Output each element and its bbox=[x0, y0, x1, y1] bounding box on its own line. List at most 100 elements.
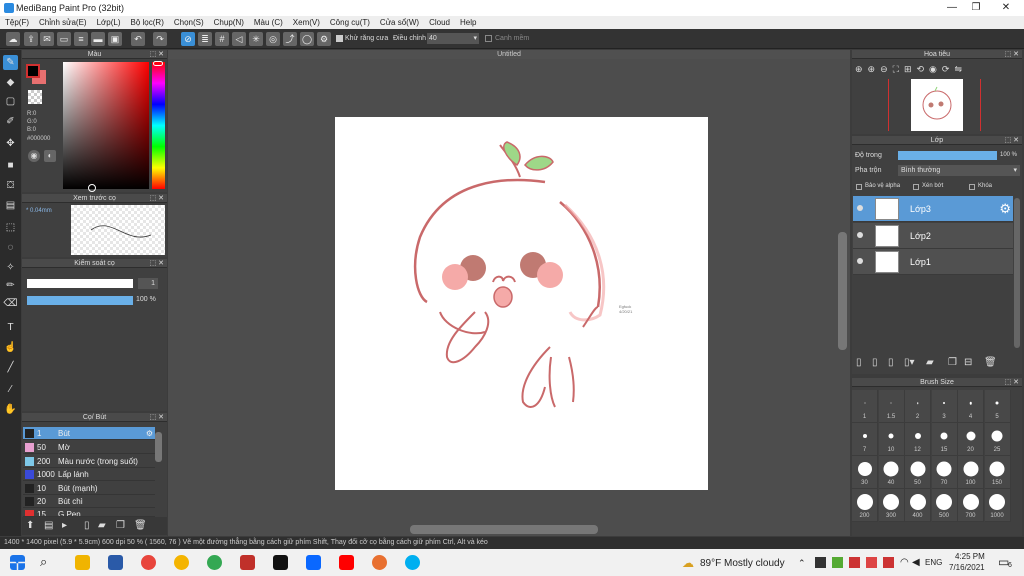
canvas-tab[interactable]: Untitled bbox=[168, 50, 850, 59]
brush-file-icon[interactable]: ▯ bbox=[84, 520, 90, 531]
eye-icon[interactable] bbox=[857, 258, 863, 264]
menu-filter[interactable]: Bộ lọc(R) bbox=[126, 16, 169, 29]
text-tool-icon[interactable]: T bbox=[3, 320, 18, 335]
brush-size-cell[interactable]: 1 bbox=[852, 390, 878, 423]
file-explorer-icon[interactable] bbox=[75, 555, 90, 570]
close-icon[interactable]: ✕ bbox=[996, 2, 1016, 14]
brush-item[interactable]: 200 Màu nước (trong suốt) bbox=[23, 455, 155, 468]
copy-icon[interactable]: ❐ bbox=[116, 520, 125, 531]
curve-icon[interactable]: ⤴ bbox=[283, 32, 297, 46]
brush-size-cell[interactable]: 1.5 bbox=[878, 390, 905, 423]
menu-color[interactable]: Màu (C) bbox=[249, 16, 288, 29]
windows-start-icon[interactable] bbox=[10, 555, 25, 570]
gear-icon[interactable]: ⚙ bbox=[999, 201, 1011, 217]
undo-icon[interactable]: ↶ bbox=[131, 32, 145, 46]
grid-snap-icon[interactable]: # bbox=[215, 32, 229, 46]
flip-icon[interactable]: ⇋ bbox=[954, 64, 967, 74]
brush-item[interactable]: 1000 Lấp lánh bbox=[23, 468, 155, 481]
brush-size-cell[interactable]: 50 bbox=[905, 456, 931, 489]
share-icon[interactable]: ⇪ bbox=[24, 32, 38, 46]
settings-icon[interactable]: ⚙ bbox=[317, 32, 331, 46]
menu-file[interactable]: Tệp(F) bbox=[0, 16, 34, 29]
parallel-snap-icon[interactable]: ≣ bbox=[198, 32, 212, 46]
lock-checkbox[interactable] bbox=[969, 184, 975, 190]
saturation-value-picker[interactable] bbox=[63, 62, 149, 189]
language-indicator[interactable]: ENG bbox=[925, 558, 942, 567]
menu-cloud[interactable]: Cloud bbox=[424, 16, 455, 29]
chrome-icon[interactable] bbox=[207, 555, 222, 570]
cloud-icon[interactable]: ☁ bbox=[6, 32, 20, 46]
brush-size-cell[interactable]: 4 bbox=[958, 390, 984, 423]
layer-opacity-slider[interactable] bbox=[898, 151, 997, 160]
dell-icon[interactable] bbox=[108, 555, 123, 570]
brush-opacity-slider[interactable] bbox=[27, 296, 133, 305]
maximize-icon[interactable]: ❐ bbox=[966, 2, 986, 14]
canvas-document[interactable]: Egfuck 4/20/21 bbox=[335, 117, 708, 490]
speaker-icon[interactable]: ◀ bbox=[912, 557, 920, 568]
chrome-icon[interactable] bbox=[174, 555, 189, 570]
tray-app-icon[interactable] bbox=[866, 557, 877, 568]
snap-off-icon[interactable]: ⊘ bbox=[181, 32, 195, 46]
brush-item[interactable]: 50 Mờ bbox=[23, 441, 155, 454]
comment-icon[interactable]: ✉ bbox=[40, 32, 54, 46]
folder-icon[interactable]: ▰ bbox=[926, 357, 934, 368]
hue-handle[interactable] bbox=[153, 61, 163, 66]
blend-mode-select[interactable]: Bình thường ▾ bbox=[898, 165, 1020, 176]
snap-checkbox[interactable] bbox=[485, 35, 492, 42]
brush-size-value[interactable]: 1 bbox=[138, 278, 158, 289]
zoom-out2-icon[interactable]: ⊖ bbox=[880, 64, 893, 74]
layer-scrollbar[interactable] bbox=[1014, 198, 1020, 348]
image-icon[interactable]: ▣ bbox=[108, 32, 122, 46]
palette-icon[interactable]: ◉ bbox=[28, 150, 40, 162]
navigator-thumbnail[interactable] bbox=[911, 79, 963, 131]
menu-window[interactable]: Cửa sổ(W) bbox=[375, 16, 424, 29]
add-layer-menu-icon[interactable]: ▯▾ bbox=[904, 357, 915, 368]
brush-size-cell[interactable]: 30 bbox=[852, 456, 878, 489]
brush-size-cell[interactable]: 12 bbox=[905, 423, 931, 456]
perspective-icon[interactable]: ◁ bbox=[232, 32, 246, 46]
firefox-icon[interactable] bbox=[372, 555, 387, 570]
youtube-icon[interactable] bbox=[339, 555, 354, 570]
hand-tool-icon[interactable]: ✋ bbox=[3, 402, 18, 417]
brush-size-cell[interactable]: 40 bbox=[878, 456, 905, 489]
tray-chevron-icon[interactable]: ⌃ bbox=[798, 558, 806, 569]
operation-tool-icon[interactable]: ☝ bbox=[3, 340, 18, 355]
redo-icon[interactable]: ↷ bbox=[153, 32, 167, 46]
brush-item[interactable]: 20 Bút chì bbox=[23, 495, 155, 508]
brush-size-cell[interactable]: 100 bbox=[958, 456, 984, 489]
new-layer-icon[interactable]: ▯ bbox=[856, 357, 862, 368]
skype-icon[interactable] bbox=[405, 555, 420, 570]
canvas-horizontal-scrollbar[interactable] bbox=[410, 525, 598, 534]
brush-size-cell[interactable]: 5 bbox=[984, 390, 1011, 423]
tray-app-icon[interactable] bbox=[849, 557, 860, 568]
dot-tool-icon[interactable]: ▢ bbox=[3, 94, 18, 109]
menu-tools[interactable]: Công cụ(T) bbox=[325, 16, 375, 29]
move-tool-icon[interactable]: ✥ bbox=[3, 136, 18, 151]
zoom-out-icon[interactable]: ⊕ bbox=[868, 64, 881, 74]
divide-tool-icon[interactable]: ╱ bbox=[3, 360, 18, 375]
text-panel-icon[interactable]: ≡ bbox=[74, 32, 88, 46]
brush-size-cell[interactable]: 20 bbox=[958, 423, 984, 456]
select-pen-icon[interactable]: ✐ bbox=[3, 114, 18, 129]
brush-list-scrollbar[interactable] bbox=[155, 432, 162, 462]
actual-size-icon[interactable]: ⊞ bbox=[904, 64, 917, 74]
brush-size-cell[interactable]: 200 bbox=[852, 489, 878, 522]
menu-snap[interactable]: Chụp(N) bbox=[209, 16, 249, 29]
eraser-tool-icon[interactable]: ◆ bbox=[3, 75, 18, 90]
new-halftone-layer-icon[interactable]: ▯ bbox=[872, 357, 878, 368]
brush-settings-icon[interactable]: ▤ bbox=[44, 520, 53, 531]
clock-time[interactable]: 4:25 PM bbox=[955, 552, 985, 561]
eye-icon[interactable] bbox=[857, 205, 863, 211]
menu-select[interactable]: Chọn(S) bbox=[169, 16, 209, 29]
lasso-tool-icon[interactable]: ◌ bbox=[3, 240, 18, 255]
menu-help[interactable]: Help bbox=[455, 16, 481, 29]
brush-size-cell[interactable]: 10 bbox=[878, 423, 905, 456]
select-pen2-icon[interactable]: ✏ bbox=[3, 278, 18, 293]
brush-size-cell[interactable]: 150 bbox=[984, 456, 1011, 489]
eye-icon[interactable] bbox=[857, 232, 863, 238]
brush-tool-icon[interactable]: ✎ bbox=[3, 55, 18, 70]
color-picker-handle[interactable] bbox=[88, 184, 96, 192]
minimize-icon[interactable]: — bbox=[942, 2, 962, 14]
brush-add-icon[interactable]: ⬆ bbox=[26, 520, 34, 531]
weather-icon[interactable]: ☁ bbox=[682, 556, 694, 570]
